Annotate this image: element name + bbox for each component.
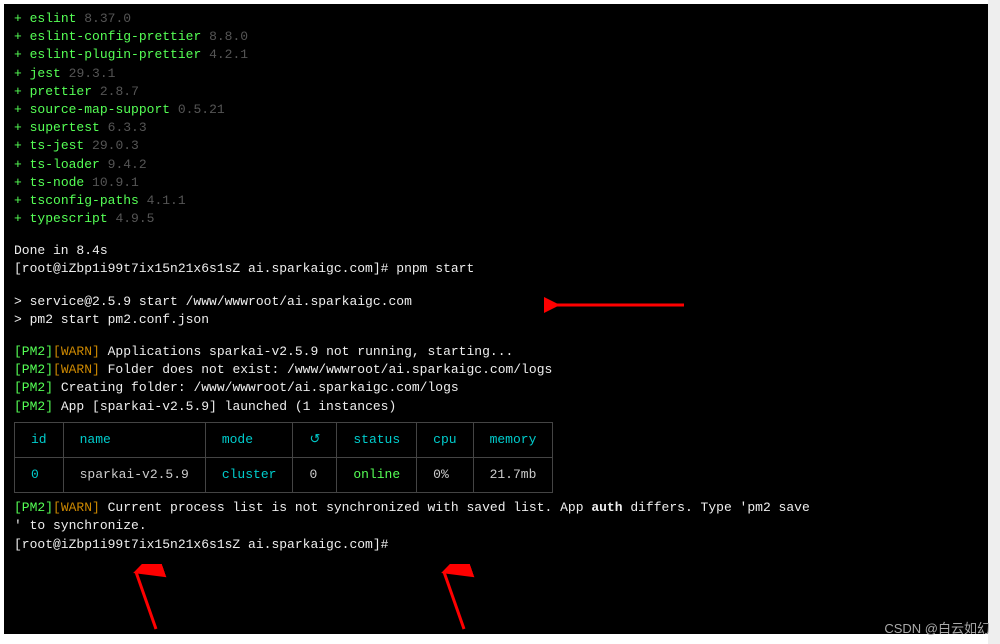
dep-line: + jest 29.3.1 [14,65,986,83]
dep-line: + source-map-support 0.5.21 [14,101,986,119]
cell-mode: cluster [205,457,293,492]
col-restarts: ↺ [293,422,337,457]
arrow-annotation-3 [424,564,484,634]
dep-line: + eslint-config-prettier 8.8.0 [14,28,986,46]
viewport: + eslint 8.37.0 + eslint-config-prettier… [0,0,1000,644]
table-header-row: id name mode ↺ status cpu memory [15,422,553,457]
col-memory: memory [473,422,553,457]
cell-status: online [337,457,417,492]
col-status: status [337,422,417,457]
dep-line: + prettier 2.8.7 [14,83,986,101]
pm2-warn-line-2: [PM2][WARN] Folder does not exist: /www/… [14,361,986,379]
pm2-sync-warn-2: ' to synchronize. [14,517,986,535]
cell-memory: 21.7mb [473,457,553,492]
dep-line: + ts-jest 29.0.3 [14,137,986,155]
cell-id: 0 [15,457,64,492]
col-cpu: cpu [417,422,473,457]
terminal[interactable]: + eslint 8.37.0 + eslint-config-prettier… [4,4,996,634]
dep-line: + ts-node 10.9.1 [14,174,986,192]
table-row: 0 sparkai-v2.5.9 cluster 0 online 0% 21.… [15,457,553,492]
shell-prompt-2[interactable]: [root@iZbp1i99t7ix15n21x6s1sZ ai.sparkai… [14,536,986,554]
arrow-annotation-2 [116,564,176,634]
dep-line: + tsconfig-paths 4.1.1 [14,192,986,210]
dep-line: + ts-loader 9.4.2 [14,156,986,174]
prompt-prefix: [root@iZbp1i99t7ix15n21x6s1sZ ai.sparkai… [14,261,396,276]
watermark: CSDN @白云如幻 [884,620,990,638]
npm-start-line-2: > pm2 start pm2.conf.json [14,311,986,329]
typed-command: pnpm start [396,261,474,276]
dep-line: + supertest 6.3.3 [14,119,986,137]
col-mode: mode [205,422,293,457]
col-name: name [63,422,205,457]
pm2-info-line-2: [PM2] App [sparkai-v2.5.9] launched (1 i… [14,398,986,416]
dep-line: + eslint 8.37.0 [14,10,986,28]
cell-cpu: 0% [417,457,473,492]
npm-start-line-1: > service@2.5.9 start /www/wwwroot/ai.sp… [14,293,986,311]
cell-name: sparkai-v2.5.9 [63,457,205,492]
pm2-sync-warn-1: [PM2][WARN] Current process list is not … [14,499,986,517]
dep-line: + eslint-plugin-prettier 4.2.1 [14,46,986,64]
pm2-info-line-1: [PM2] Creating folder: /www/wwwroot/ai.s… [14,379,986,397]
shell-prompt-1[interactable]: [root@iZbp1i99t7ix15n21x6s1sZ ai.sparkai… [14,260,986,278]
pm2-warn-line-1: [PM2][WARN] Applications sparkai-v2.5.9 … [14,343,986,361]
pm2-table: id name mode ↺ status cpu memory 0 spark… [14,422,553,493]
scrollbar[interactable] [988,0,1000,644]
dep-line: + typescript 4.9.5 [14,210,986,228]
cell-restarts: 0 [293,457,337,492]
col-id: id [15,422,64,457]
done-line: Done in 8.4s [14,242,986,260]
